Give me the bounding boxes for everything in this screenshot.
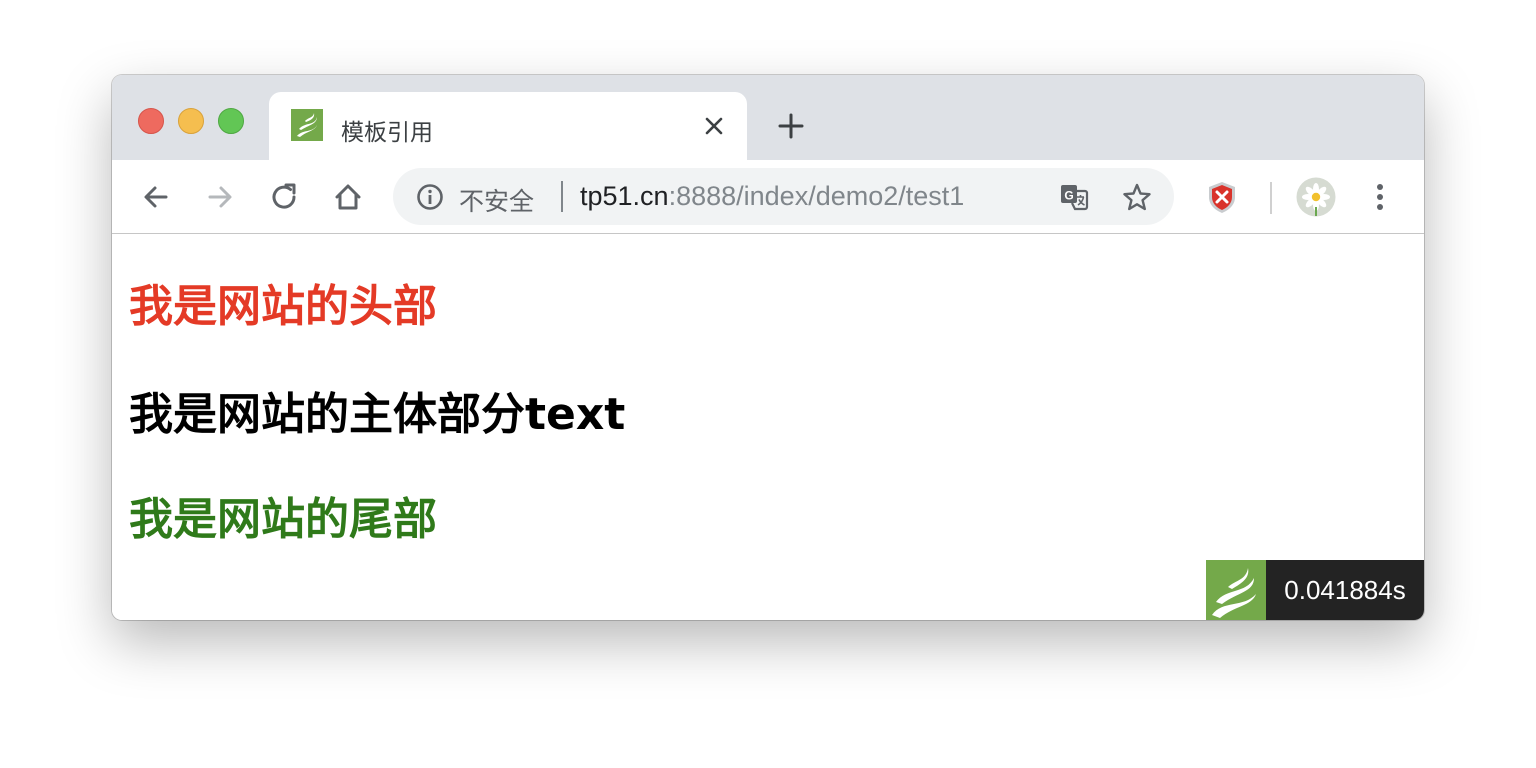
trace-time-label: 0.041884s bbox=[1266, 560, 1424, 620]
info-icon[interactable] bbox=[415, 182, 445, 212]
omnibox-divider bbox=[561, 181, 563, 212]
tab-strip: 模板引用 bbox=[112, 75, 1424, 160]
site-header-text: 我是网站的头部 bbox=[129, 281, 437, 332]
browser-window: 模板引用 不安全 tp51.cn:8888/index/demo2/test1 … bbox=[112, 75, 1424, 620]
tab-close-icon[interactable] bbox=[701, 113, 727, 139]
tab-active[interactable]: 模板引用 bbox=[269, 92, 747, 160]
forward-arrow-icon[interactable] bbox=[203, 180, 237, 214]
tab-title: 模板引用 bbox=[341, 119, 433, 145]
url-host: tp51.cn bbox=[580, 181, 669, 211]
reload-icon[interactable] bbox=[267, 180, 301, 214]
toolbar: 不安全 tp51.cn:8888/index/demo2/test1 G bbox=[112, 160, 1424, 234]
url-text[interactable]: tp51.cn:8888/index/demo2/test1 bbox=[580, 181, 964, 212]
translate-icon[interactable]: G bbox=[1058, 181, 1090, 213]
page-trace-badge[interactable]: 0.041884s bbox=[1206, 560, 1424, 620]
bookmark-star-icon[interactable] bbox=[1121, 181, 1153, 213]
page-content: 我是网站的头部 我是网站的主体部分text 我是网站的尾部 0.041884s bbox=[112, 234, 1424, 620]
minimize-window-button[interactable] bbox=[178, 108, 204, 134]
site-footer-text: 我是网站的尾部 bbox=[129, 494, 437, 545]
new-tab-icon[interactable] bbox=[776, 111, 806, 141]
svg-text:G: G bbox=[1064, 189, 1073, 203]
thinkphp-logo-icon bbox=[1206, 560, 1266, 620]
maximize-window-button[interactable] bbox=[218, 108, 244, 134]
thinkphp-favicon-icon bbox=[291, 109, 323, 141]
close-window-button[interactable] bbox=[138, 108, 164, 134]
address-bar[interactable]: 不安全 tp51.cn:8888/index/demo2/test1 G bbox=[393, 168, 1174, 225]
extension-shield-icon[interactable] bbox=[1204, 179, 1240, 215]
home-icon[interactable] bbox=[331, 180, 365, 214]
url-path: :8888/index/demo2/test1 bbox=[668, 181, 965, 211]
profile-avatar[interactable] bbox=[1296, 177, 1336, 217]
more-menu-icon[interactable] bbox=[1366, 179, 1394, 215]
security-status-label[interactable]: 不安全 bbox=[459, 182, 534, 218]
site-body-text: 我是网站的主体部分text bbox=[129, 389, 626, 440]
toolbar-divider bbox=[1270, 182, 1272, 214]
back-arrow-icon[interactable] bbox=[139, 180, 173, 214]
